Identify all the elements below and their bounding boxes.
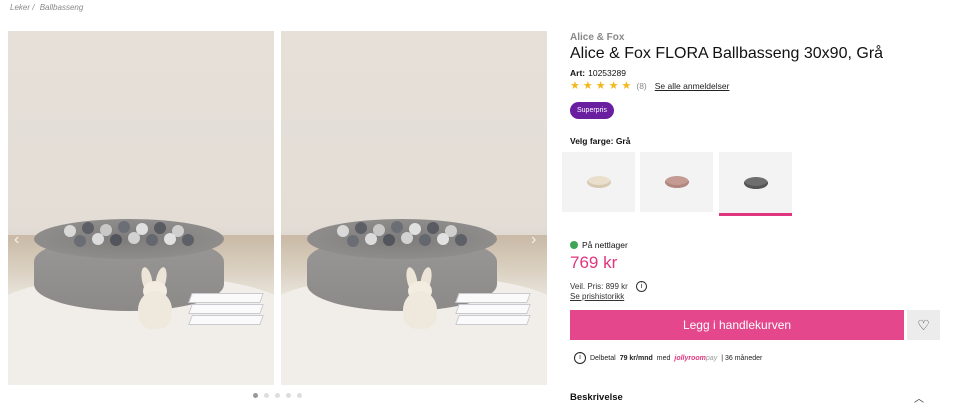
- gallery-dot[interactable]: [264, 393, 269, 398]
- article-label: Art:: [570, 68, 586, 78]
- heart-icon: ♡: [917, 316, 930, 333]
- breadcrumb-item-leker[interactable]: Leker /: [10, 3, 34, 12]
- gallery-dot[interactable]: [275, 393, 280, 398]
- pool-thumbnail: [586, 176, 611, 188]
- product-image-1[interactable]: ‹: [8, 31, 274, 385]
- info-icon[interactable]: i: [636, 281, 647, 292]
- add-to-cart-button[interactable]: Legg i handlekurven: [570, 310, 904, 340]
- price-history-link[interactable]: Se prishistorikk: [570, 292, 624, 301]
- color-swatch-beige[interactable]: [562, 152, 635, 212]
- chevron-right-icon[interactable]: ›: [531, 231, 536, 249]
- color-select-label: Velg farge: Grå: [570, 136, 631, 146]
- star-icon: ★: [582, 80, 593, 92]
- breadcrumb: Leker / Ballbasseng: [10, 3, 86, 12]
- stock-text: På nettlager: [582, 240, 628, 250]
- chevron-up-icon[interactable]: ︿: [914, 390, 924, 405]
- installment-info: i Delbetal 79 kr/mnd med jollyroompay | …: [574, 352, 762, 364]
- product-brand[interactable]: Alice & Fox: [570, 32, 624, 43]
- wishlist-button[interactable]: ♡: [907, 310, 940, 340]
- installment-amount: 79 kr/mnd: [619, 354, 653, 362]
- gallery-pagination: [253, 393, 302, 398]
- rating: ★ ★ ★ ★ ★ (8) Se alle anmeldelser: [570, 80, 730, 92]
- installment-prefix: Delbetal: [590, 354, 616, 362]
- info-icon[interactable]: i: [574, 352, 586, 364]
- breadcrumb-item-ballbasseng[interactable]: Ballbasseng: [40, 3, 84, 12]
- stock-status: På nettlager: [570, 240, 628, 250]
- reference-price: Veil. Pris: 899 kr: [570, 282, 628, 291]
- star-icon: ★: [570, 80, 580, 92]
- installment-with: med: [656, 354, 671, 362]
- installment-term: | 36 måneder: [721, 354, 763, 362]
- price: 769 kr: [570, 253, 618, 272]
- payment-provider-logo: jollyroompay: [674, 354, 718, 362]
- chevron-left-icon[interactable]: ‹: [14, 231, 19, 249]
- rating-count: (8): [636, 81, 647, 91]
- star-icon: ★: [608, 80, 619, 92]
- star-icon: ★: [621, 80, 632, 92]
- in-stock-icon: [570, 241, 578, 249]
- gallery-dot[interactable]: [253, 393, 258, 398]
- pool-thumbnail: [664, 176, 689, 188]
- color-swatch-gra[interactable]: [719, 152, 792, 216]
- color-swatch-rosa[interactable]: [640, 152, 713, 212]
- see-reviews-link[interactable]: Se alle anmeldelser: [655, 81, 730, 91]
- article-number: Art: 10253289: [570, 68, 626, 78]
- bunny-toy: [134, 266, 174, 329]
- gallery-dot[interactable]: [297, 393, 302, 398]
- gallery-dot[interactable]: [286, 393, 291, 398]
- books: [188, 293, 264, 333]
- product-image-2[interactable]: ›: [281, 31, 547, 385]
- description-header[interactable]: Beskrivelse: [570, 392, 623, 403]
- bunny-toy: [399, 266, 439, 329]
- books: [455, 293, 531, 333]
- superpris-badge: Superpris: [570, 102, 614, 119]
- product-title: Alice & Fox FLORA Ballbasseng 30x90, Grå: [570, 45, 884, 62]
- article-value: 10253289: [588, 68, 626, 78]
- pool-thumbnail: [743, 176, 768, 189]
- star-icon: ★: [595, 80, 606, 92]
